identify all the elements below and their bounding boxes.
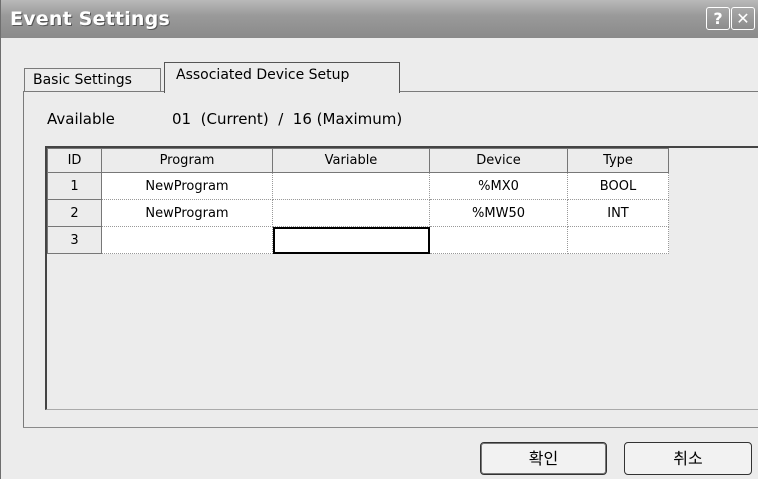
variable-cell-editor[interactable] [272,226,430,254]
type-cell[interactable]: INT [567,199,669,227]
row-id-cell[interactable]: 2 [47,199,102,227]
variable-cell[interactable] [272,199,430,227]
column-header-program[interactable]: Program [101,148,273,173]
help-icon: ? [713,9,723,28]
column-header-device[interactable]: Device [429,148,568,173]
title-bar[interactable]: Event Settings ? ✕ [1,0,758,38]
window-title: Event Settings [10,8,170,30]
type-cell[interactable]: BOOL [567,172,669,200]
help-button[interactable]: ? [706,7,730,30]
row-id-cell[interactable]: 1 [47,172,102,200]
cancel-button[interactable]: 취소 [624,442,752,475]
type-cell[interactable] [567,226,669,254]
tab-basic-settings[interactable]: Basic Settings [24,68,161,92]
close-button[interactable]: ✕ [731,7,755,30]
panel-divider [23,427,758,428]
device-cell[interactable] [429,226,568,254]
column-header-variable[interactable]: Variable [272,148,430,173]
available-count: 01 (Current) / 16 (Maximum) [172,110,403,128]
table-row[interactable]: 2 NewProgram %MW50 INT [47,199,669,227]
program-cell[interactable]: NewProgram [101,199,273,227]
program-cell[interactable] [101,226,273,254]
program-cell[interactable]: NewProgram [101,172,273,200]
column-header-id[interactable]: ID [47,148,102,173]
table-row[interactable]: 3 [47,226,669,254]
ok-button[interactable]: 확인 [480,442,607,475]
available-label: Available [47,110,115,128]
row-id-cell[interactable]: 3 [47,226,102,254]
table-row[interactable]: 1 NewProgram %MX0 BOOL [47,172,669,200]
variable-cell[interactable] [272,172,430,200]
close-icon: ✕ [736,9,750,28]
grid-header-row: ID Program Variable Device Type [47,148,669,173]
event-settings-dialog: Event Settings ? ✕ Basic Settings Associ… [0,0,758,479]
device-grid: ID Program Variable Device Type 1 NewPro… [47,148,669,254]
column-header-type[interactable]: Type [567,148,669,173]
device-cell[interactable]: %MX0 [429,172,568,200]
tab-associated-device-setup[interactable]: Associated Device Setup [164,62,400,93]
device-cell[interactable]: %MW50 [429,199,568,227]
